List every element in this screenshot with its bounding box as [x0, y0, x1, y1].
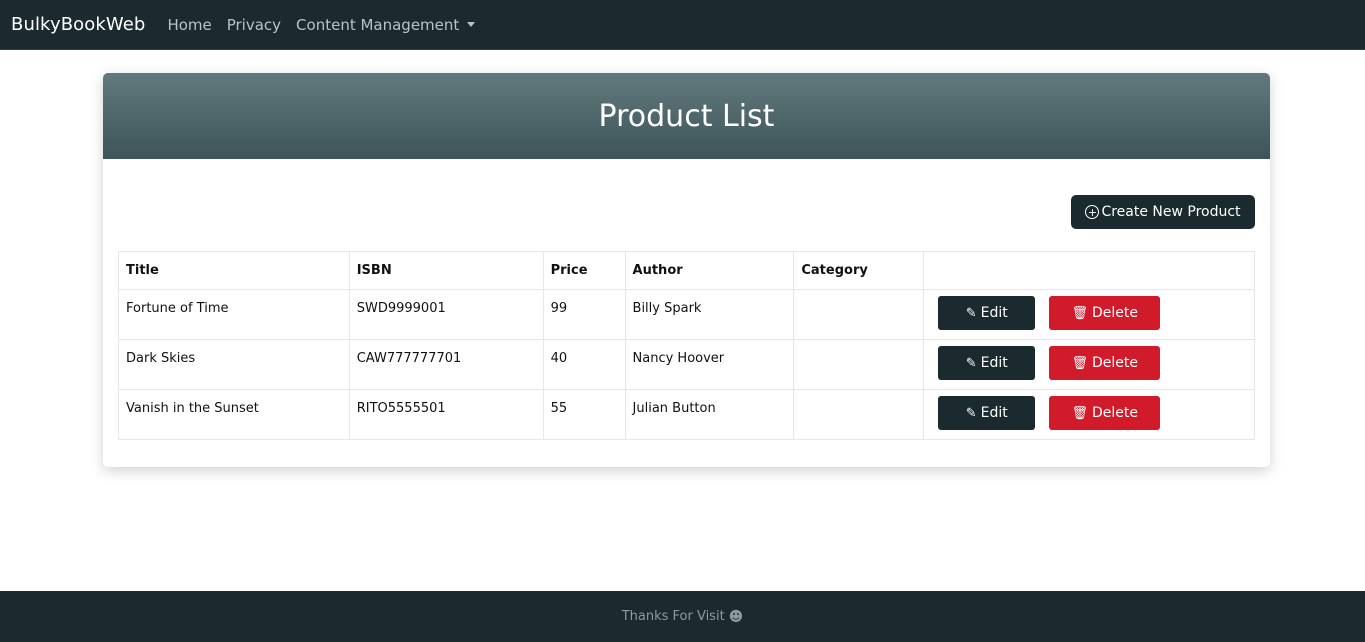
column-header-isbn: ISBN — [348, 251, 544, 290]
brand-link[interactable]: BulkyBookWeb — [11, 14, 145, 35]
cell-title: Vanish in the Sunset — [118, 389, 350, 440]
edit-icon: ✎ — [965, 405, 977, 421]
create-product-button[interactable]: + Create New Product — [1071, 195, 1255, 229]
table-header-row: Title ISBN Price Author Category — [118, 251, 1255, 290]
create-product-label: Create New Product — [1101, 204, 1241, 220]
column-header-price: Price — [542, 251, 626, 290]
card-header: Product List — [103, 73, 1270, 159]
table-row: Vanish in the Sunset RITO5555501 55 Juli… — [118, 389, 1255, 440]
delete-button[interactable]: 🗑 Delete — [1049, 396, 1161, 430]
edit-icon: ✎ — [965, 355, 977, 371]
edit-button[interactable]: ✎ Edit — [938, 346, 1036, 380]
column-header-category: Category — [793, 251, 925, 290]
footer-text: Thanks For Visit — [621, 609, 725, 624]
cell-category — [793, 339, 925, 390]
column-header-author: Author — [624, 251, 795, 290]
edit-icon: ✎ — [965, 305, 977, 321]
delete-label: Delete — [1092, 355, 1139, 371]
cell-author: Julian Button — [624, 389, 795, 440]
cell-category — [793, 389, 925, 440]
caret-down-icon — [467, 22, 476, 27]
cell-title: Dark Skies — [118, 339, 350, 390]
cell-isbn: RITO5555501 — [348, 389, 544, 440]
column-header-title: Title — [118, 251, 350, 290]
navbar: BulkyBookWeb Home Privacy Content Manage… — [0, 0, 1365, 50]
cell-actions: ✎ Edit 🗑 Delete — [923, 339, 1255, 390]
cell-isbn: CAW777777701 — [348, 339, 544, 390]
smile-icon: ☻ — [728, 608, 744, 625]
column-header-actions — [923, 251, 1255, 290]
delete-label: Delete — [1092, 405, 1139, 421]
cell-price: 40 — [542, 339, 626, 390]
plus-circle-icon: + — [1085, 205, 1100, 219]
product-table: Title ISBN Price Author Category Fortune… — [118, 251, 1255, 440]
trash-icon: 🗑 — [1071, 355, 1089, 371]
nav-privacy[interactable]: Privacy — [227, 16, 281, 34]
nav-home[interactable]: Home — [167, 16, 211, 34]
edit-button[interactable]: ✎ Edit — [938, 396, 1036, 430]
edit-label: Edit — [980, 405, 1008, 421]
delete-button[interactable]: 🗑 Delete — [1049, 296, 1161, 330]
edit-button[interactable]: ✎ Edit — [938, 296, 1036, 330]
edit-label: Edit — [980, 355, 1008, 371]
page-title: Product List — [598, 98, 775, 134]
delete-label: Delete — [1092, 305, 1139, 321]
nav-content-management-label: Content Management — [296, 15, 460, 34]
delete-button[interactable]: 🗑 Delete — [1049, 346, 1161, 380]
trash-icon: 🗑 — [1071, 405, 1089, 421]
cell-title: Fortune of Time — [118, 289, 350, 340]
cell-author: Nancy Hoover — [624, 339, 795, 390]
cell-actions: ✎ Edit 🗑 Delete — [923, 289, 1255, 340]
edit-label: Edit — [980, 305, 1008, 321]
table-row: Fortune of Time SWD9999001 99 Billy Spar… — [118, 289, 1255, 340]
product-list-card: Product List + Create New Product Title … — [103, 73, 1270, 467]
cell-price: 55 — [542, 389, 626, 440]
cell-price: 99 — [542, 289, 626, 340]
nav-content-management-dropdown[interactable]: Content Management — [296, 15, 476, 34]
cell-isbn: SWD9999001 — [348, 289, 544, 340]
cell-category — [793, 289, 925, 340]
cell-author: Billy Spark — [624, 289, 795, 340]
footer: Thanks For Visit ☻ — [0, 591, 1365, 642]
table-row: Dark Skies CAW777777701 40 Nancy Hoover … — [118, 339, 1255, 390]
trash-icon: 🗑 — [1071, 305, 1089, 321]
cell-actions: ✎ Edit 🗑 Delete — [923, 389, 1255, 440]
